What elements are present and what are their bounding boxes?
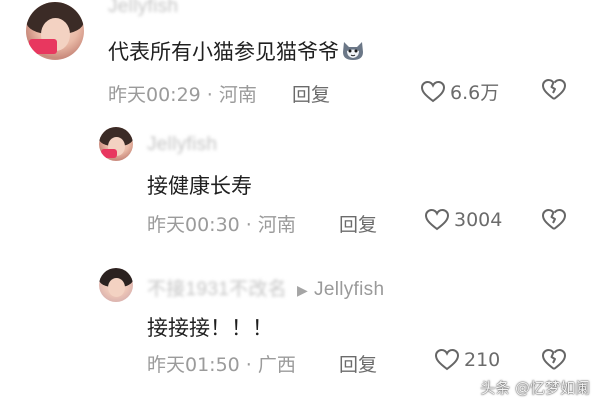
heart-outline-icon bbox=[420, 80, 446, 102]
avatar[interactable] bbox=[99, 268, 133, 302]
heart-outline-icon bbox=[434, 348, 460, 371]
comment-time: 昨天00:29 bbox=[108, 84, 201, 106]
comment-item: Jellyfish 代表所有小猫参见猫爷爷 昨天00:29 · 河南 回复 6.6万 bbox=[0, 0, 600, 120]
comment-username[interactable]: Jellyfish bbox=[108, 0, 178, 18]
reply-item: Jellyfish 接健康长寿 昨天00:30 · 河南 回复 3004 bbox=[0, 120, 600, 260]
comment-text: 代表所有小猫参见猫爷爷 bbox=[108, 36, 365, 66]
comment-time: 昨天00:30 bbox=[147, 214, 240, 236]
broken-heart-icon bbox=[542, 79, 566, 100]
broken-heart-icon bbox=[542, 349, 566, 370]
reply-arrow-icon: ▶ bbox=[296, 282, 309, 298]
cat-face-emoji-icon bbox=[343, 42, 363, 60]
meta-separator: · bbox=[245, 214, 252, 236]
dislike-button[interactable] bbox=[540, 78, 568, 102]
like-count: 210 bbox=[464, 349, 501, 371]
comment-username[interactable]: Jellyfish bbox=[147, 134, 217, 156]
like-count: 6.6万 bbox=[450, 82, 500, 104]
avatar[interactable] bbox=[99, 127, 133, 161]
watermark: 头条 @忆梦如阑 bbox=[480, 379, 590, 397]
dislike-button[interactable] bbox=[540, 348, 568, 372]
comment-text: 接健康长寿 bbox=[147, 174, 252, 198]
dislike-button[interactable] bbox=[540, 208, 568, 232]
comment-username-line: 不接1931不改名 ▶ Jellyfish bbox=[147, 274, 384, 301]
comment-username[interactable]: 不接1931不改名 bbox=[147, 279, 287, 300]
broken-heart-icon bbox=[542, 209, 566, 230]
like-button[interactable]: 6.6万 bbox=[420, 78, 499, 105]
comment-location: 广西 bbox=[257, 354, 296, 376]
reply-button[interactable]: 回复 bbox=[339, 210, 377, 237]
meta-separator: · bbox=[206, 84, 213, 106]
comment-location: 河南 bbox=[218, 84, 257, 106]
reply-button[interactable]: 回复 bbox=[339, 350, 377, 377]
comment-meta: 昨天00:29 · 河南 bbox=[108, 80, 257, 107]
comment-text: 接接接！！！ bbox=[147, 316, 273, 340]
like-button[interactable]: 3004 bbox=[424, 208, 502, 232]
comment-text-content: 代表所有小猫参见猫爷爷 bbox=[108, 40, 339, 64]
comment-meta: 昨天01:50 · 广西 bbox=[147, 350, 296, 377]
comment-location: 河南 bbox=[257, 214, 296, 236]
meta-separator: · bbox=[245, 354, 252, 376]
reply-target-username[interactable]: Jellyfish bbox=[314, 279, 384, 300]
avatar[interactable] bbox=[26, 2, 84, 60]
comment-time: 昨天01:50 bbox=[147, 354, 240, 376]
comment-meta: 昨天00:30 · 河南 bbox=[147, 210, 296, 237]
heart-outline-icon bbox=[424, 208, 450, 231]
reply-button[interactable]: 回复 bbox=[292, 80, 330, 107]
like-count: 3004 bbox=[454, 209, 503, 231]
like-button[interactable]: 210 bbox=[434, 348, 500, 372]
